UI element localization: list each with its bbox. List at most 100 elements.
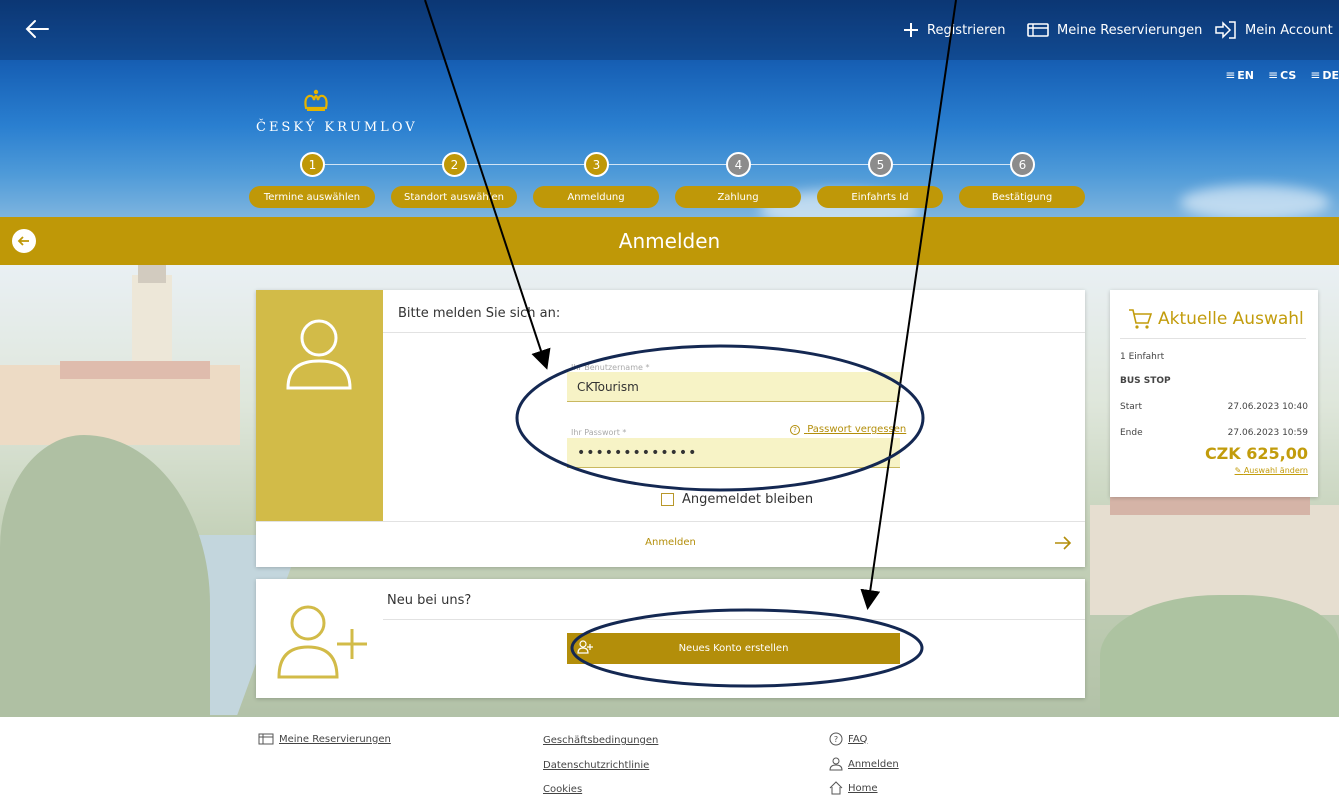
change-selection-link[interactable]: ✎ Auswahl ändern [1235, 466, 1308, 475]
step-1-circle: 1 [300, 152, 325, 177]
create-account-label: Neues Konto erstellen [678, 643, 789, 654]
step-3-circle: 3 [584, 152, 609, 177]
summary-start-value: 27.06.2023 10:40 [1227, 402, 1308, 412]
add-user-icon [277, 605, 367, 679]
step-5-label: Einfahrts Id [817, 186, 943, 208]
login-submit-label: Anmelden [645, 537, 696, 548]
username-label: Ihr Benutzername * [571, 363, 650, 372]
remember-me-label: Angemeldet bleiben [682, 492, 814, 507]
step-5-circle: 5 [868, 152, 893, 177]
my-account-link[interactable]: Mein Account [1215, 0, 1333, 60]
login-heading: Bitte melden Sie sich an: [398, 306, 561, 321]
remember-me-checkbox[interactable]: Angemeldet bleiben [661, 492, 813, 507]
summary-stop: BUS STOP [1120, 376, 1171, 386]
menu-lines-icon: ≡ [1310, 68, 1321, 82]
language-en-label: EN [1237, 68, 1255, 82]
divider [1120, 338, 1306, 339]
step-1-label[interactable]: Termine auswählen [249, 186, 375, 208]
step-6-circle: 6 [1010, 152, 1035, 177]
arrow-left-icon [17, 236, 29, 246]
summary-start-label: Start [1120, 402, 1142, 412]
help-circle-icon: ? [790, 425, 800, 435]
logo-text: ČESKÝ KRUMLOV [256, 120, 418, 135]
footer-cookies-link[interactable]: Cookies [543, 784, 582, 795]
ticket-icon [1027, 23, 1049, 37]
top-navigation: Registrieren Meine Reservierungen Mein A… [0, 0, 1339, 60]
menu-lines-icon: ≡ [1268, 68, 1279, 82]
summary-end-value: 27.06.2023 10:59 [1227, 428, 1308, 438]
footer-terms-label: Geschäftsbedingungen [543, 735, 659, 746]
checkbox-box[interactable] [661, 493, 674, 506]
step-4-label: Zahlung [675, 186, 801, 208]
language-switcher: ≡ EN ≡ CS ≡ DE [1225, 68, 1339, 82]
footer-faq-link[interactable]: ? FAQ [829, 732, 867, 746]
my-account-label: Mein Account [1245, 22, 1333, 38]
divider [383, 619, 1085, 620]
create-account-button[interactable]: Neues Konto erstellen [567, 633, 900, 664]
my-reservations-link[interactable]: Meine Reservierungen [1027, 0, 1202, 60]
footer-faq-label: FAQ [848, 733, 868, 745]
step-3-label[interactable]: Anmeldung [533, 186, 659, 208]
footer-privacy-label: Datenschutzrichtlinie [543, 760, 650, 771]
footer-login-link[interactable]: Anmelden [829, 757, 899, 771]
page-title-bar: Anmelden [0, 217, 1339, 265]
svg-text:?: ? [834, 735, 838, 744]
footer-login-label: Anmelden [848, 758, 899, 770]
language-cs[interactable]: ≡ CS [1268, 68, 1296, 82]
register-link[interactable]: Registrieren [903, 0, 1005, 60]
divider [383, 332, 1085, 333]
hero-banner: Registrieren Meine Reservierungen Mein A… [0, 0, 1339, 217]
username-input[interactable] [567, 372, 900, 402]
page-title: Anmelden [618, 229, 721, 253]
language-cs-label: CS [1280, 68, 1297, 82]
login-side-panel [256, 290, 383, 521]
login-submit-button[interactable]: Anmelden [256, 521, 1085, 567]
footer-terms-link[interactable]: Geschäftsbedingungen [543, 735, 658, 746]
crown-icon [304, 89, 328, 111]
footer-home-link[interactable]: Home [829, 781, 878, 795]
step-4-circle: 4 [726, 152, 751, 177]
cesky-krumlov-logo: ČESKÝ KRUMLOV [256, 88, 426, 136]
user-icon [286, 319, 352, 390]
language-de[interactable]: ≡ DE [1310, 68, 1339, 82]
language-en[interactable]: ≡ EN [1225, 68, 1254, 82]
arrow-right-icon [1055, 536, 1072, 550]
home-icon [829, 781, 843, 795]
step-2-circle: 2 [442, 152, 467, 177]
title-back-button[interactable] [12, 229, 36, 253]
summary-header: Aktuelle Auswahl [1128, 308, 1304, 330]
step-2-label[interactable]: Standort auswählen [391, 186, 517, 208]
footer-cookies-label: Cookies [543, 784, 583, 795]
summary-title: Aktuelle Auswahl [1158, 309, 1304, 329]
help-circle-icon: ? [829, 732, 843, 746]
pencil-icon: ✎ [1234, 466, 1244, 475]
language-de-label: DE [1322, 68, 1339, 82]
user-icon [829, 757, 843, 771]
password-input[interactable] [567, 438, 900, 468]
step-6-label: Bestätigung [959, 186, 1085, 208]
register-card: Neu bei uns? Neues Konto erstellen [256, 579, 1085, 698]
summary-count: 1 Einfahrt [1120, 352, 1165, 362]
page-footer: Meine Reservierungen Geschäftsbedingunge… [0, 717, 1339, 807]
stepper-line [325, 164, 1035, 165]
add-user-icon [577, 640, 593, 654]
back-arrow-icon[interactable] [22, 14, 52, 44]
forgot-password-link[interactable]: ? Passwort vergessen [790, 424, 906, 435]
footer-reservations-link[interactable]: Meine Reservierungen [258, 733, 391, 745]
password-label: Ihr Passwort * [571, 428, 627, 437]
menu-lines-icon: ≡ [1225, 68, 1236, 82]
footer-reservations-label: Meine Reservierungen [279, 733, 391, 745]
login-card: Bitte melden Sie sich an: Ihr Benutzerna… [256, 290, 1085, 567]
plus-icon [904, 23, 918, 37]
change-selection-label: Auswahl ändern [1243, 466, 1308, 475]
summary-price: CZK 625,00 [1204, 444, 1308, 463]
shopping-cart-icon [1129, 309, 1152, 329]
ticket-icon [258, 733, 274, 745]
footer-home-label: Home [848, 782, 878, 794]
register-label: Registrieren [927, 22, 1006, 38]
my-reservations-label: Meine Reservierungen [1057, 22, 1203, 38]
footer-privacy-link[interactable]: Datenschutzrichtlinie [543, 760, 649, 771]
forgot-password-label: Passwort vergessen [807, 424, 907, 435]
login-icon [1215, 21, 1236, 39]
summary-end-label: Ende [1120, 428, 1143, 438]
